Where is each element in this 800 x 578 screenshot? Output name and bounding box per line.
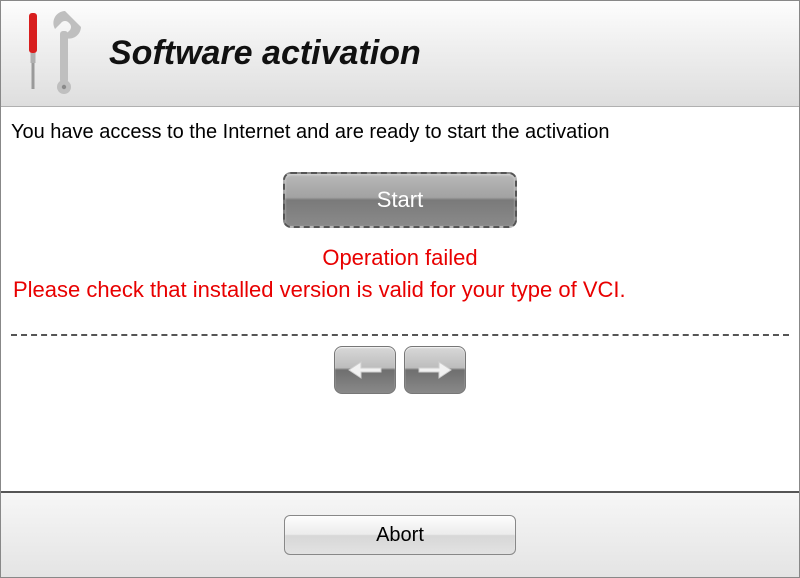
- content-area: You have access to the Internet and are …: [1, 107, 799, 491]
- back-button[interactable]: [334, 346, 396, 394]
- abort-button[interactable]: Abort: [284, 515, 516, 555]
- start-button[interactable]: Start: [283, 172, 517, 228]
- activation-window: Software activation You have access to t…: [0, 0, 800, 578]
- error-line-1: Operation failed: [11, 242, 789, 274]
- page-title: Software activation: [109, 34, 421, 73]
- forward-button[interactable]: [404, 346, 466, 394]
- screwdriver-wrench-icon: [13, 9, 85, 99]
- nav-row: [11, 346, 789, 394]
- start-row: Start: [11, 172, 789, 228]
- error-message: Operation failed Please check that insta…: [11, 242, 789, 306]
- arrow-right-icon: [417, 358, 453, 382]
- header-bar: Software activation: [1, 1, 799, 107]
- error-line-2: Please check that installed version is v…: [11, 274, 789, 306]
- arrow-left-icon: [347, 358, 383, 382]
- section-divider: [11, 334, 789, 336]
- intro-text: You have access to the Internet and are …: [11, 121, 789, 144]
- footer-bar: Abort: [1, 491, 799, 577]
